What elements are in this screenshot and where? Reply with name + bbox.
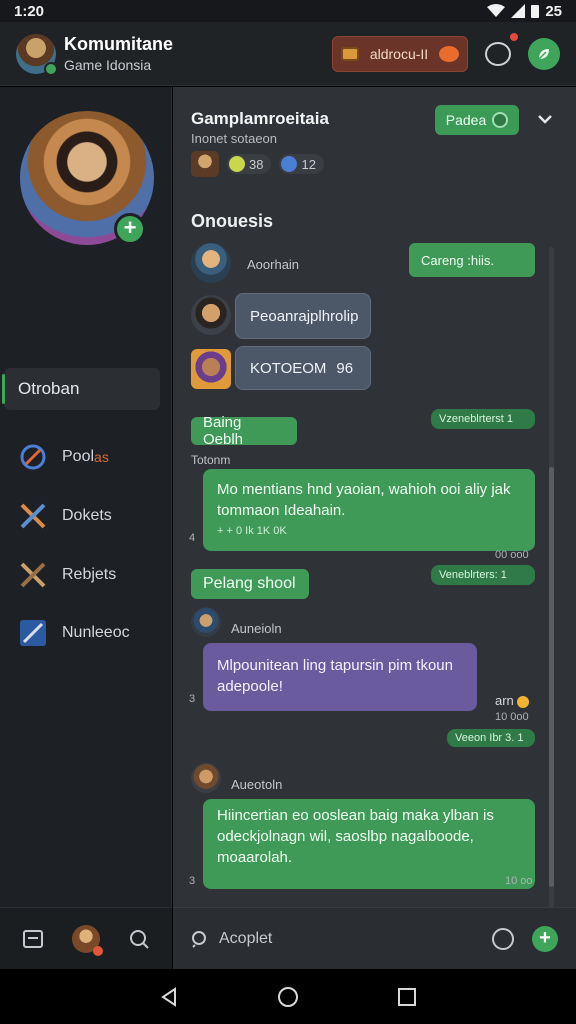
sidebar: + Otroban Pool as Dokets Rebjets Nunleeo… bbox=[0, 87, 172, 969]
status-bar: 1:20 25 bbox=[0, 0, 576, 22]
sidebar-item-label: Rebjets bbox=[62, 566, 117, 583]
chat-title: Gamplamroeitaia bbox=[191, 109, 329, 128]
message-bubble[interactable]: Hiincertian eo ooslean baig maka ylban i… bbox=[203, 799, 535, 889]
message-timestamp: 10 oo bbox=[505, 875, 533, 887]
meta-badge: Vzeneblrterst 1 bbox=[431, 409, 535, 429]
leaf-icon bbox=[538, 48, 549, 60]
treasure-chest-icon bbox=[341, 46, 359, 61]
message-index: 4 bbox=[189, 532, 196, 544]
emoji-icon[interactable] bbox=[492, 927, 514, 950]
message-bubble[interactable]: Mo mentians hnd yaoian, wahioh ooi aliy … bbox=[203, 469, 535, 551]
add-button[interactable]: + bbox=[532, 925, 558, 952]
message-pill[interactable]: Pelang shool bbox=[191, 569, 309, 599]
currency-amount: aldrocu-II bbox=[369, 45, 429, 62]
chevron-down-icon[interactable] bbox=[535, 109, 555, 129]
online-dot bbox=[44, 61, 58, 76]
message-text: Mo mentians hnd yaoian, wahioh ooi aliy … bbox=[217, 481, 511, 519]
status-time: 1:20 bbox=[14, 2, 45, 20]
notification-badge bbox=[508, 30, 520, 43]
home-icon[interactable] bbox=[277, 986, 299, 1008]
chat-stats: 38 12 bbox=[191, 151, 324, 177]
message-timestamp: 10 0o0 bbox=[495, 711, 529, 723]
message-author: Aoorhain bbox=[247, 257, 300, 272]
group-avatar bbox=[191, 151, 219, 177]
message-input[interactable]: Acoplet bbox=[219, 930, 492, 948]
chat-subtitle: Inonet sotaeon bbox=[191, 131, 278, 146]
message-text: KOTOEOM bbox=[250, 359, 327, 377]
back-icon[interactable] bbox=[159, 986, 179, 1007]
stat-b: 12 bbox=[301, 156, 316, 172]
sidebar-item-pool[interactable]: Pool as bbox=[18, 439, 168, 475]
battery-level: 25 bbox=[545, 2, 562, 20]
meta-badge: Veneblrters: 1 bbox=[431, 565, 535, 585]
message-footnote: + + 0 Ik 1K 0K bbox=[217, 525, 287, 537]
leaf-button[interactable] bbox=[528, 37, 560, 70]
message-avatar[interactable] bbox=[191, 763, 221, 793]
app-title: Komumitane bbox=[64, 34, 174, 54]
message-author: Aueotoln bbox=[231, 777, 283, 792]
message-pill[interactable]: Baing Oeblh bbox=[191, 414, 297, 448]
message-avatar[interactable] bbox=[191, 243, 231, 283]
signal-icon bbox=[511, 4, 526, 18]
app-header: Komumitane Game Idonsia aldrocu-II bbox=[0, 22, 576, 86]
message-index: 3 bbox=[189, 875, 196, 887]
inbox-icon[interactable] bbox=[22, 928, 44, 950]
reply-bubble[interactable]: Careng :hiis. bbox=[409, 243, 535, 277]
blade-icon bbox=[18, 618, 48, 648]
message-subtitle: Totonm bbox=[191, 453, 231, 467]
currency-pill[interactable]: aldrocu-II bbox=[332, 35, 468, 72]
message-bubble[interactable]: KOTOEOM 96 bbox=[235, 346, 371, 390]
leaf-icon bbox=[492, 112, 509, 128]
scrollbar[interactable] bbox=[549, 467, 554, 887]
message-bubble[interactable]: Peoanrajplhrolip bbox=[235, 293, 371, 339]
search-icon[interactable] bbox=[128, 928, 150, 950]
sidebar-section-selected[interactable]: Otroban bbox=[2, 368, 160, 410]
sidebar-item-label: Dokets bbox=[62, 507, 112, 524]
sidebar-item-nunleeoc[interactable]: Nunleeoc bbox=[18, 615, 168, 651]
community-avatar[interactable] bbox=[16, 33, 58, 76]
compass-icon bbox=[18, 442, 48, 472]
sidebar-bottom-bar bbox=[0, 907, 172, 969]
meta-badge: Veeon Ibr 3. 1 bbox=[447, 729, 535, 747]
stat-a: 38 bbox=[249, 156, 264, 172]
follow-label: Padea bbox=[445, 112, 487, 128]
message-extra: 96 bbox=[336, 359, 354, 377]
recents-icon[interactable] bbox=[397, 987, 417, 1007]
sidebar-item-rebjets[interactable]: Rebjets bbox=[18, 557, 168, 593]
chat-panel: Gamplamroeitaia Inonet sotaeon 38 12 Pad… bbox=[173, 87, 576, 969]
sidebar-item-dokets[interactable]: Dokets bbox=[18, 498, 168, 534]
sidebar-item-label: Pool bbox=[62, 448, 95, 465]
member-icon bbox=[281, 156, 298, 172]
smiley-icon bbox=[517, 695, 530, 708]
follow-button[interactable]: Padea bbox=[435, 105, 519, 135]
sidebar-item-label: Nunleeoc bbox=[62, 624, 130, 641]
crossed-swords-icon bbox=[18, 501, 48, 531]
message-author: Auneioln bbox=[231, 621, 282, 636]
wifi-icon bbox=[487, 4, 506, 17]
section-title: Onouesis bbox=[191, 211, 274, 231]
message-avatar[interactable] bbox=[191, 295, 231, 335]
battery-icon bbox=[531, 5, 540, 18]
chat-bubble-icon bbox=[485, 30, 520, 66]
message-avatar[interactable] bbox=[191, 607, 221, 637]
coin-icon bbox=[229, 156, 245, 172]
message-index: 3 bbox=[189, 693, 196, 705]
add-profile-button[interactable]: + bbox=[114, 213, 146, 245]
chat-button[interactable] bbox=[482, 30, 520, 70]
search-icon bbox=[192, 930, 206, 948]
message-avatar[interactable] bbox=[191, 349, 231, 389]
reaction-label: arn bbox=[495, 693, 530, 708]
user-avatar[interactable] bbox=[72, 924, 103, 956]
sidebar-item-badge: as bbox=[94, 449, 109, 465]
crossed-swords-icon bbox=[18, 560, 48, 590]
message-timestamp: 00 oo0 bbox=[495, 549, 529, 561]
system-nav-bar bbox=[0, 969, 576, 1024]
app-subtitle: Game Idonsia bbox=[64, 57, 152, 73]
message-composer: Acoplet + bbox=[173, 907, 576, 969]
message-bubble[interactable]: Mlpounitean ling tapursin pim tkoun adep… bbox=[203, 643, 477, 711]
gem-icon bbox=[438, 45, 459, 62]
